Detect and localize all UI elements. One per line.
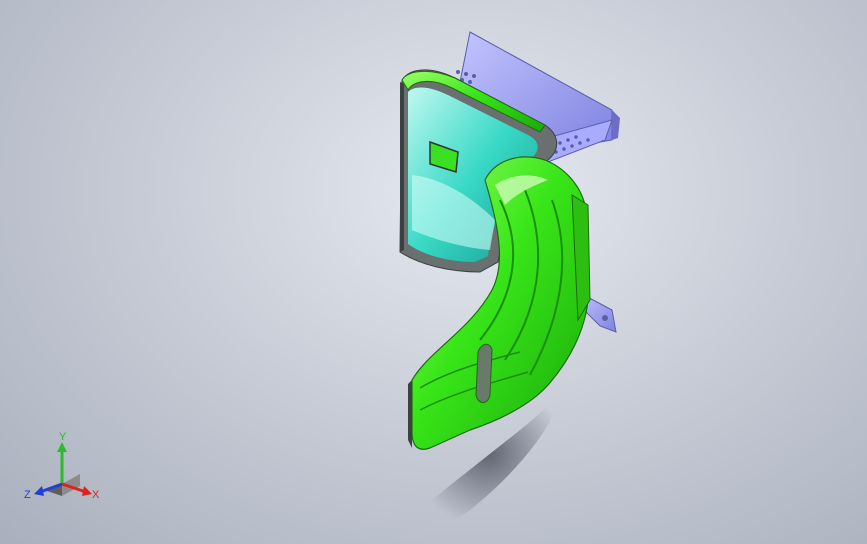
coordinate-triad: Y X Z (24, 431, 100, 501)
y-axis-label: Y (59, 431, 67, 443)
3d-model-view[interactable] (0, 0, 867, 544)
x-axis-label: X (92, 489, 100, 501)
z-axis-label: Z (24, 489, 31, 501)
y-axis-icon (57, 442, 67, 484)
graphics-viewport[interactable]: Y X Z (0, 0, 867, 544)
